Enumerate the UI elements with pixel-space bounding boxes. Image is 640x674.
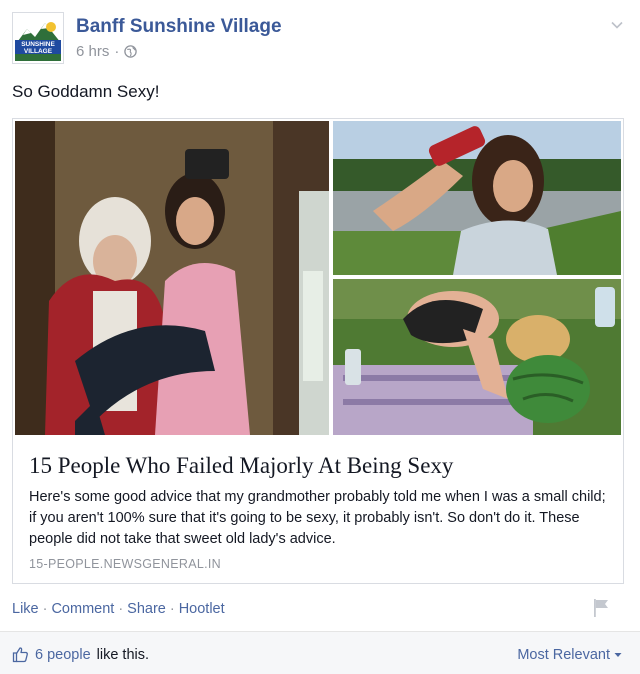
- action-separator: ·: [118, 601, 124, 617]
- sunshine-village-logo: SUNSHINE VILLAGE: [13, 13, 63, 63]
- post-footer: 6 people like this. Most Relevant: [0, 631, 640, 674]
- link-description: Here's some good advice that my grandmot…: [29, 489, 606, 547]
- comment-link[interactable]: Comment: [51, 601, 114, 617]
- like-link[interactable]: Like: [12, 601, 39, 617]
- likes-suffix: like this.: [96, 646, 150, 663]
- thumbs-up-icon: [12, 647, 28, 663]
- globe-icon[interactable]: [124, 45, 138, 58]
- logo-text-top: SUNSHINE: [21, 41, 55, 48]
- post-timestamp[interactable]: 6 hrs: [76, 43, 109, 60]
- photo-beer-river: [333, 121, 621, 275]
- post-actions: Like · Comment · Share · Hootlet: [12, 601, 225, 617]
- photo-grandmother-selfie: [15, 121, 329, 435]
- page-avatar[interactable]: SUNSHINE VILLAGE: [12, 12, 64, 64]
- logo-text-bottom: VILLAGE: [24, 48, 53, 55]
- link-attachment[interactable]: 15 People Who Failed Majorly At Being Se…: [12, 118, 624, 584]
- hootlet-link[interactable]: Hootlet: [179, 601, 225, 617]
- photo-watermelon-picnic: [333, 279, 621, 435]
- post-header: SUNSHINE VILLAGE Banff Sunshine Village …: [12, 12, 628, 68]
- flag-icon[interactable]: [592, 598, 610, 618]
- post-message: So Goddamn Sexy!: [12, 82, 160, 101]
- comment-sort-dropdown[interactable]: Most Relevant: [517, 647, 622, 663]
- action-separator: ·: [42, 601, 48, 617]
- likers-link[interactable]: 6 people: [35, 647, 91, 663]
- share-link[interactable]: Share: [127, 601, 166, 617]
- post-meta: 6 hrs ·: [76, 43, 138, 60]
- action-separator: ·: [169, 601, 175, 617]
- link-domain: 15-PEOPLE.NEWSGENERAL.IN: [29, 557, 221, 571]
- sort-label: Most Relevant: [517, 647, 610, 663]
- page-name-link[interactable]: Banff Sunshine Village: [76, 16, 282, 38]
- meta-separator: ·: [114, 43, 120, 60]
- chevron-down-icon[interactable]: [610, 18, 624, 32]
- link-title[interactable]: 15 People Who Failed Majorly At Being Se…: [29, 453, 453, 479]
- like-summary: 6 people like this.: [12, 646, 149, 663]
- caret-down-icon: [614, 653, 622, 657]
